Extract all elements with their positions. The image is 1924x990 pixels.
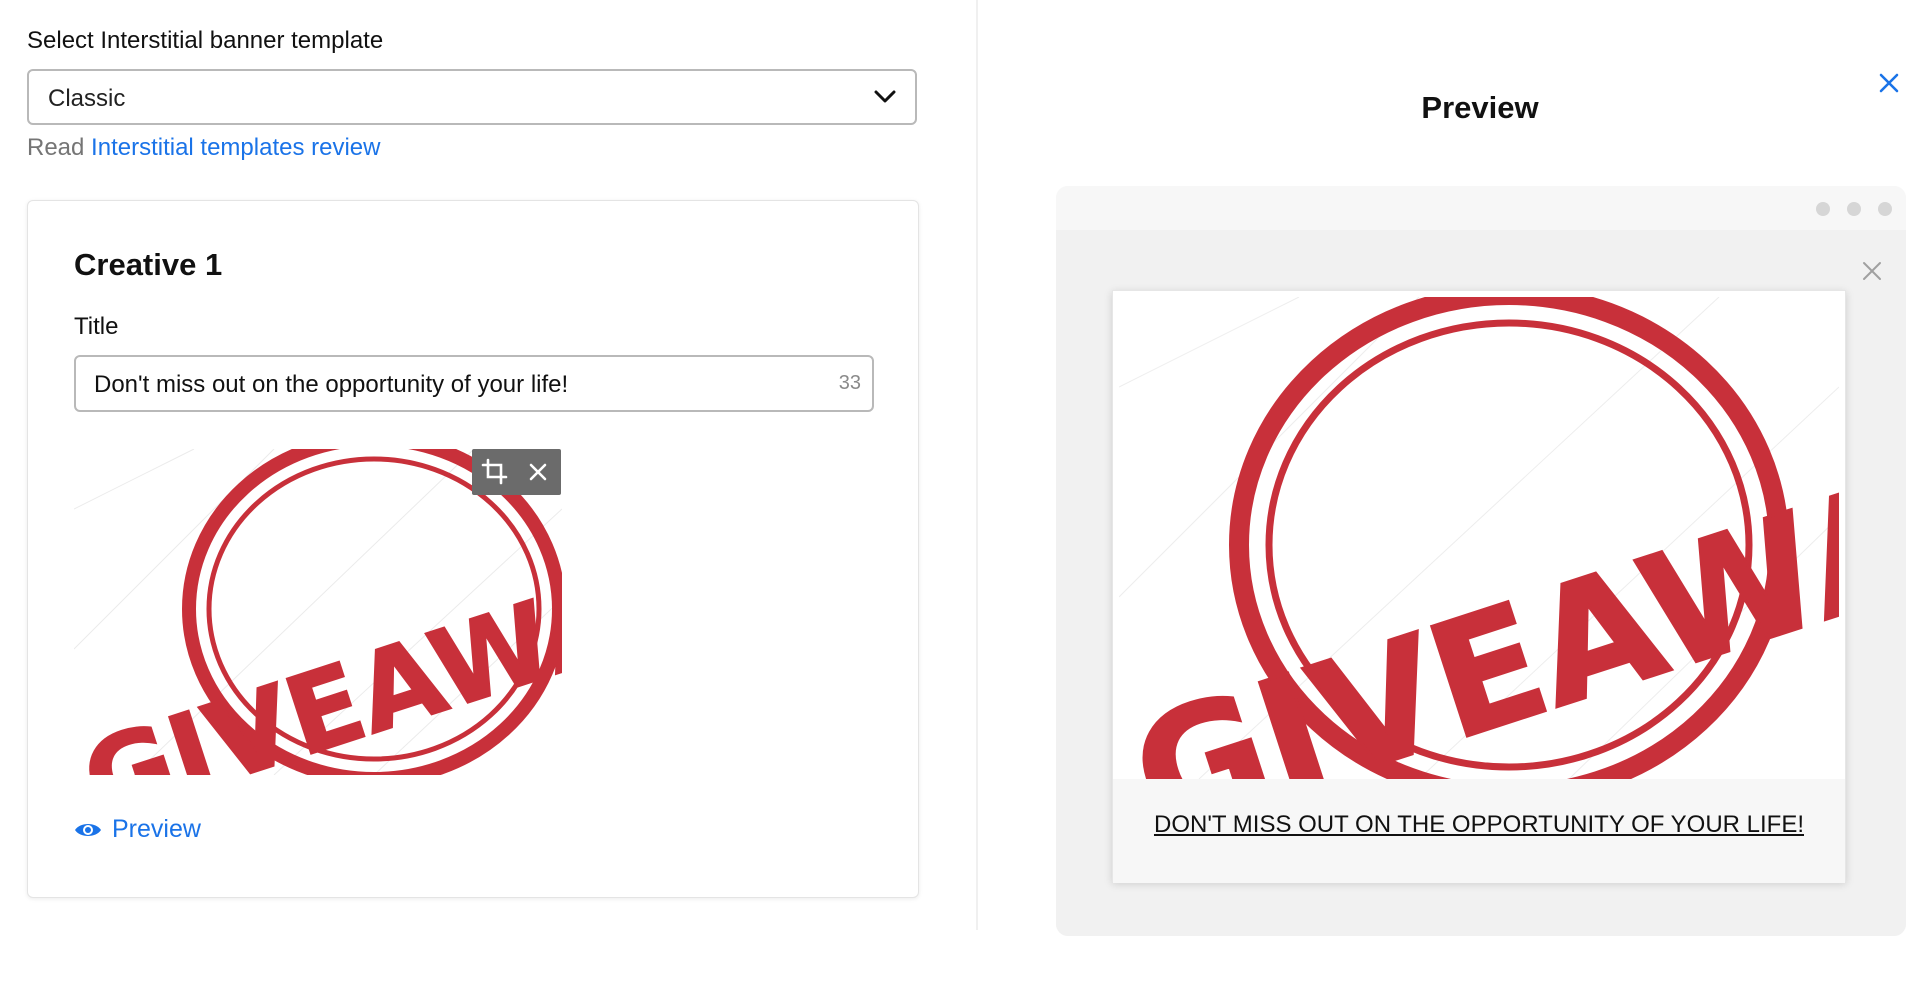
browser-titlebar bbox=[1056, 186, 1906, 230]
read-prefix: Read bbox=[27, 134, 85, 161]
window-dot bbox=[1816, 202, 1830, 216]
ad-caption-link[interactable]: DON'T MISS OUT ON THE OPPORTUNITY OF YOU… bbox=[1113, 811, 1845, 839]
template-select[interactable]: Classic bbox=[27, 69, 917, 125]
templates-review-row: Read Interstitial templates review bbox=[27, 134, 381, 162]
window-dot bbox=[1847, 202, 1861, 216]
title-input[interactable]: Don't miss out on the opportunity of you… bbox=[74, 355, 874, 412]
panel-divider bbox=[976, 0, 978, 930]
close-icon[interactable] bbox=[524, 458, 552, 486]
preview-button-label: Preview bbox=[112, 815, 201, 843]
giveaway-stamp-image: GIVEAWAY bbox=[1119, 297, 1839, 779]
preview-heading: Preview bbox=[1421, 90, 1539, 125]
character-counter: 33 bbox=[838, 372, 861, 394]
template-select-value: Classic bbox=[48, 85, 126, 112]
eye-icon bbox=[75, 823, 101, 836]
crop-icon[interactable] bbox=[480, 457, 510, 487]
ad-image[interactable]: GIVEAWAY bbox=[1119, 297, 1839, 779]
title-input-value: Don't miss out on the opportunity of you… bbox=[94, 371, 569, 398]
window-dot bbox=[1878, 202, 1892, 216]
giveaway-stamp-image: GIVEAWAY bbox=[74, 449, 562, 775]
image-toolbar bbox=[472, 449, 561, 495]
close-icon[interactable] bbox=[1861, 260, 1883, 282]
close-icon[interactable] bbox=[1877, 71, 1901, 95]
creative-card: Creative 1 Title Don't miss out on the o… bbox=[27, 200, 919, 898]
preview-button[interactable]: Preview bbox=[74, 815, 201, 844]
ad-caption-area: DON'T MISS OUT ON THE OPPORTUNITY OF YOU… bbox=[1113, 779, 1845, 883]
title-field-label: Title bbox=[74, 313, 119, 340]
creative-heading: Creative 1 bbox=[74, 247, 223, 282]
creative-image-thumbnail[interactable]: GIVEAWAY bbox=[74, 449, 562, 775]
interstitial-ad: GIVEAWAY DON'T MISS OUT ON THE OPPORTUNI… bbox=[1112, 290, 1846, 883]
chevron-down-icon bbox=[874, 90, 896, 103]
templates-review-link[interactable]: Interstitial templates review bbox=[91, 134, 380, 161]
template-select-label: Select Interstitial banner template bbox=[27, 27, 384, 54]
browser-mockup: GIVEAWAY DON'T MISS OUT ON THE OPPORTUNI… bbox=[1056, 186, 1906, 936]
editor-panel: Select Interstitial banner template Clas… bbox=[0, 0, 980, 990]
